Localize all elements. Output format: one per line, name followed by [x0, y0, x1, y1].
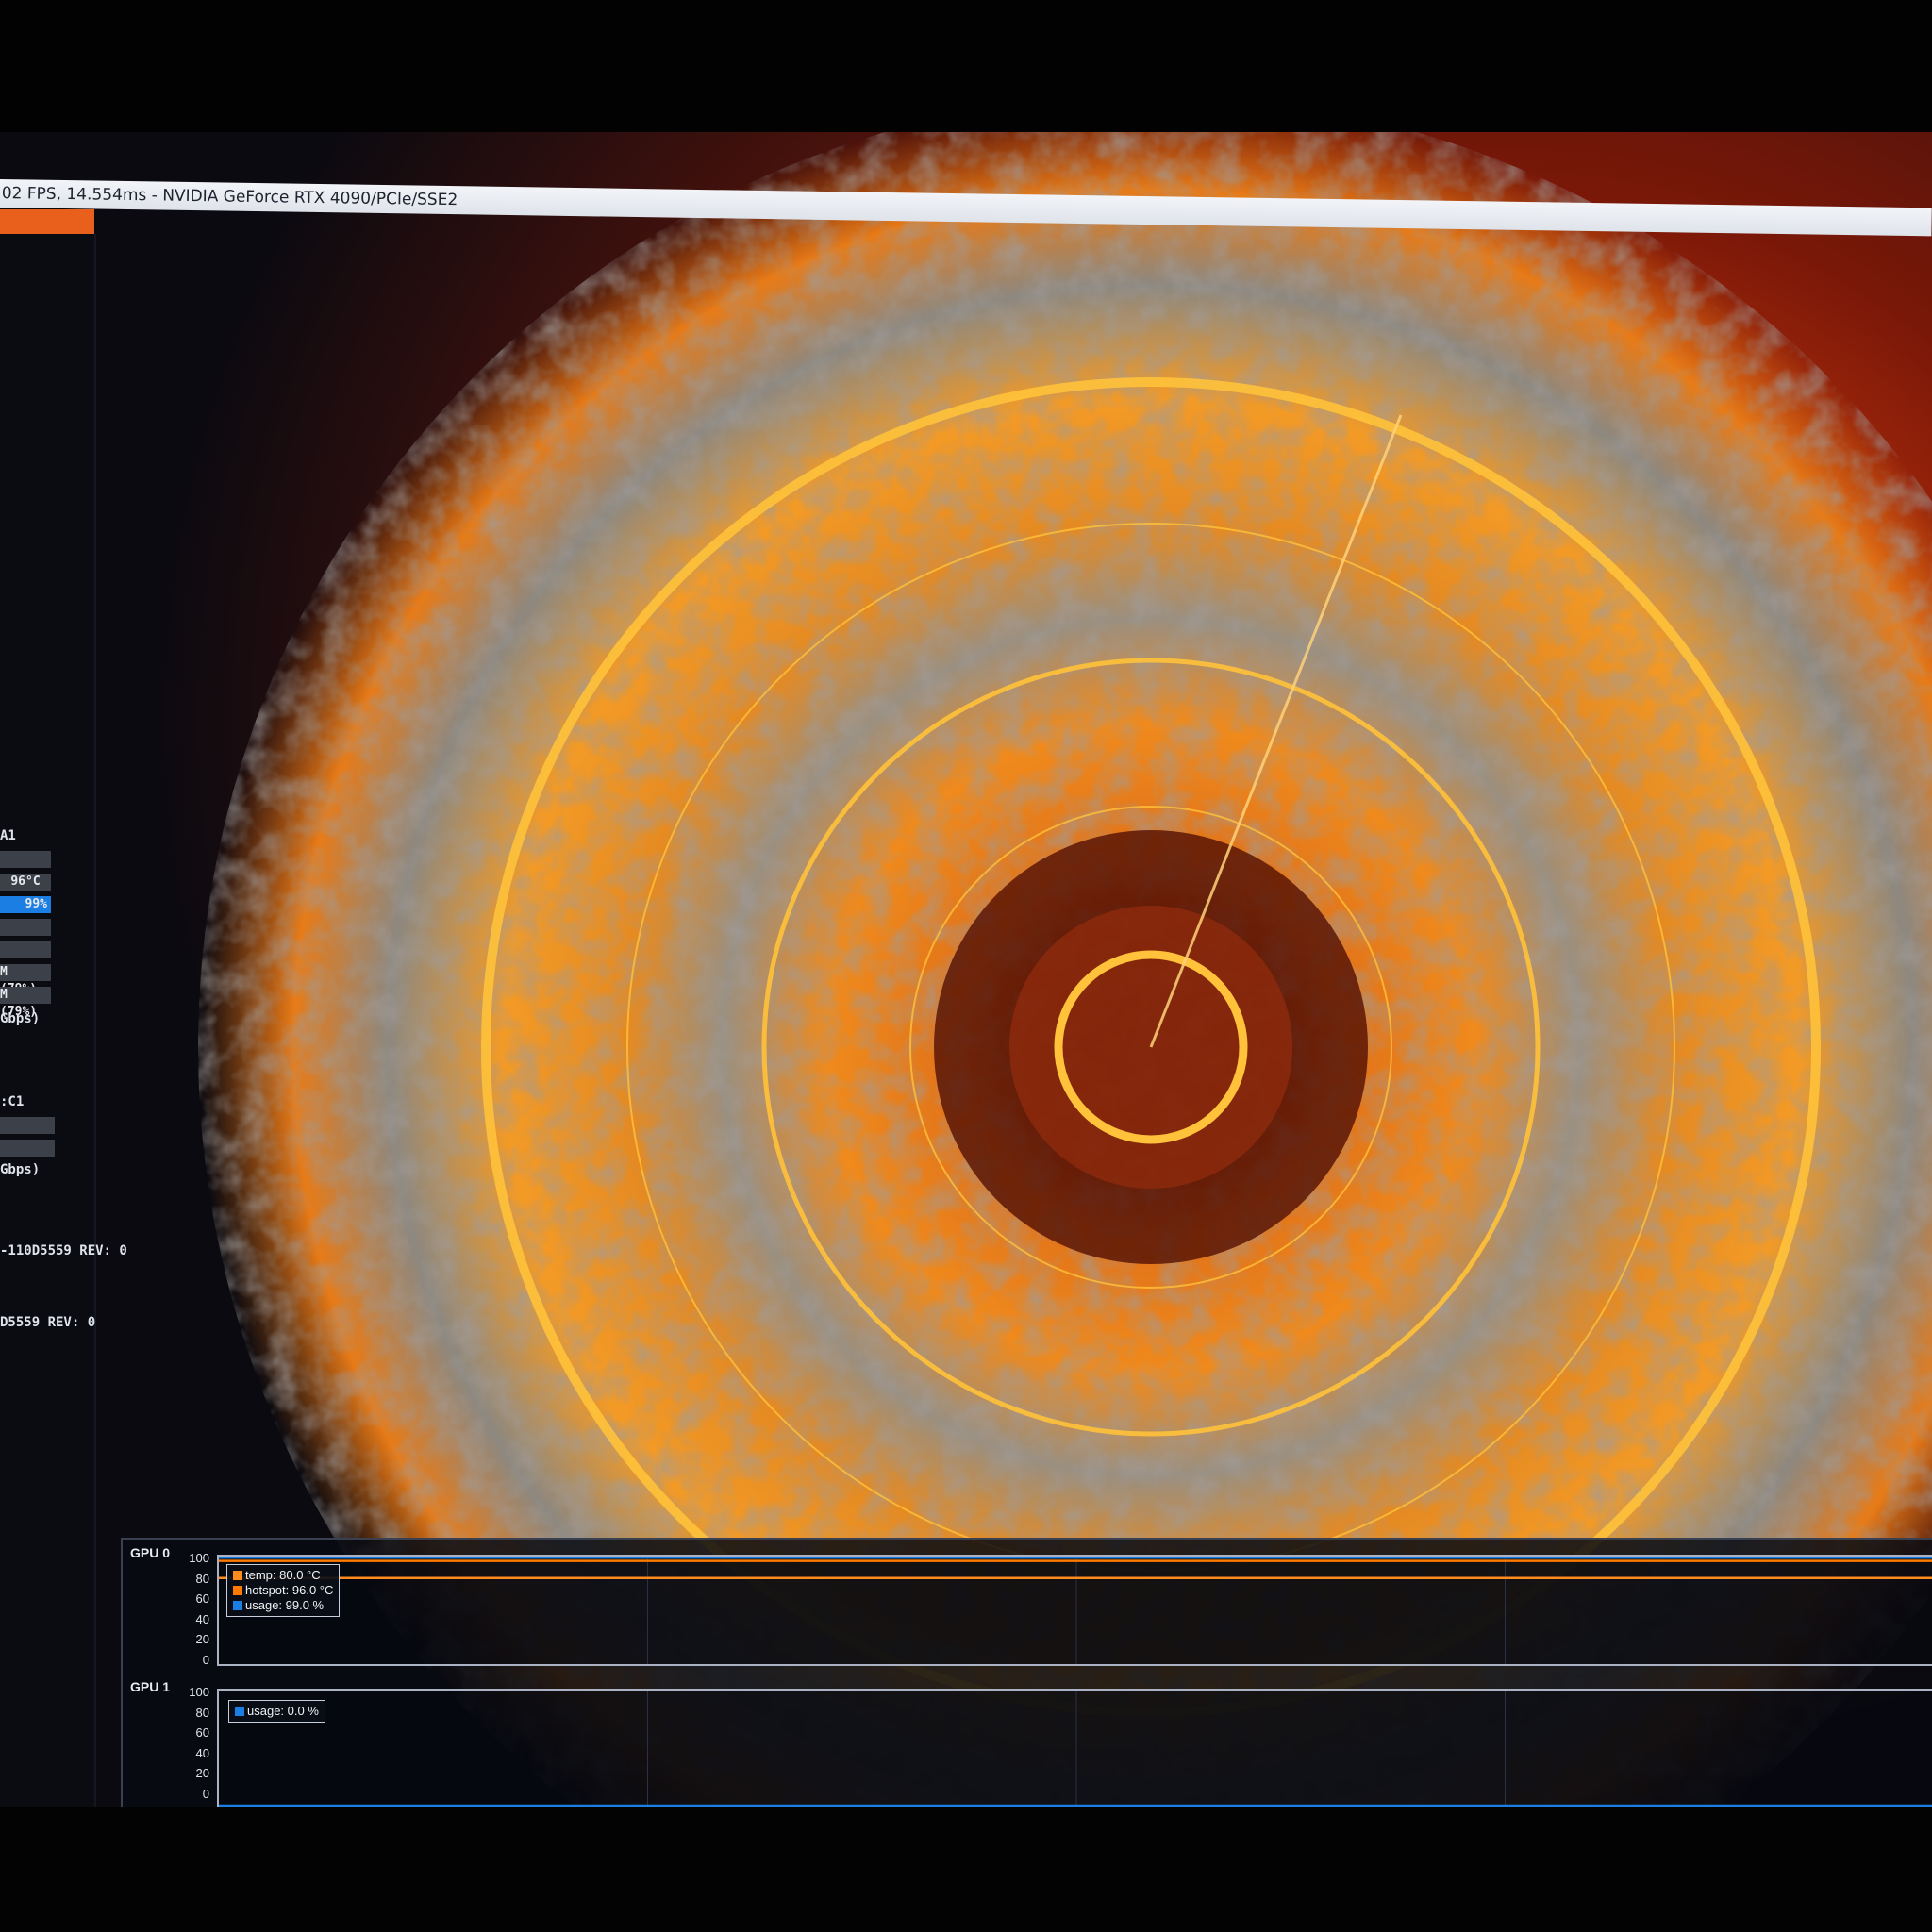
- window-title: 02 FPS, 14.554ms - NVIDIA GeForce RTX 40…: [1, 184, 458, 210]
- gpu0-meter-4: [0, 919, 51, 936]
- gpu0-header: A1: [0, 828, 16, 843]
- gpu0-meter-5: [0, 941, 51, 958]
- gpu1-bandwidth: Gbps): [0, 1162, 41, 1177]
- accent-tab: [0, 209, 94, 234]
- gpu-stats-panel: A1 96°C 99% M (79%) M (79%) Gbps) :C1 Gb…: [0, 234, 127, 1807]
- gpu1-ytick-40: 40: [195, 1745, 209, 1760]
- gpu1-legend: usage: 0.0 %: [228, 1700, 325, 1723]
- legend-label-usage: usage: 99.0 %: [245, 1598, 325, 1612]
- gpu0-ytick-80: 80: [195, 1571, 209, 1586]
- device-id-line-2: D5559 REV: 0: [0, 1315, 96, 1330]
- gpu1-meter-2: [0, 1140, 55, 1157]
- gpu0-plot: temp: 80.0 °C hotspot: 96.0 °C usage: 99…: [217, 1555, 1932, 1666]
- gpu0-chart: [219, 1556, 1932, 1664]
- gpu1-ytick-0: 0: [202, 1787, 209, 1801]
- legend-item-usage-gpu1: usage: 0.0 %: [235, 1704, 319, 1719]
- gpu0-ytick-20: 20: [195, 1632, 209, 1647]
- gpu0-mem-meter-1: M (79%): [0, 964, 51, 996]
- device-id-line-1: -110D5559 REV: 0: [0, 1243, 127, 1258]
- legend-item-temp: temp: 80.0 °C: [233, 1568, 333, 1583]
- legend-swatch-temp: [233, 1571, 242, 1580]
- legend-swatch-usage: [233, 1601, 242, 1610]
- legend-label-usage-gpu1: usage: 0.0 %: [247, 1704, 319, 1718]
- monitor-bezel: [0, 1807, 1932, 1932]
- gpu0-mem-meter-2: M (79%): [0, 987, 51, 1019]
- legend-item-usage: usage: 99.0 %: [233, 1598, 333, 1613]
- gpu0-ytick-40: 40: [195, 1611, 209, 1626]
- legend-item-hotspot: hotspot: 96.0 °C: [233, 1583, 333, 1598]
- gpu0-ytick-100: 100: [189, 1551, 209, 1565]
- gpu0-ytick-60: 60: [195, 1591, 209, 1607]
- legend-label-hotspot: hotspot: 96.0 °C: [245, 1583, 334, 1597]
- gpu1-header: :C1: [0, 1094, 25, 1109]
- gpu0-usage-meter: 99%: [0, 896, 51, 913]
- legend-label-temp: temp: 80.0 °C: [245, 1568, 321, 1582]
- monitor-screen: 02 FPS, 14.554ms - NVIDIA GeForce RTX 40…: [0, 132, 1932, 1807]
- gpu0-meter-1: [0, 851, 51, 868]
- gpu1-ytick-80: 80: [195, 1705, 209, 1720]
- gpu1-ytick-60: 60: [195, 1725, 209, 1740]
- gpu0-temp-meter: 96°C: [0, 874, 51, 891]
- gpu0-ytick-0: 0: [202, 1653, 209, 1667]
- gpu1-chart: [219, 1690, 1932, 1807]
- gpu1-ytick-20: 20: [195, 1766, 209, 1781]
- gpu1-ytick-100: 100: [189, 1685, 209, 1699]
- gpu0-legend: temp: 80.0 °C hotspot: 96.0 °C usage: 99…: [226, 1564, 341, 1617]
- legend-swatch-hotspot: [233, 1586, 242, 1595]
- gpu1-meter-1: [0, 1117, 55, 1134]
- legend-swatch-usage-gpu1: [235, 1707, 244, 1716]
- gpu1-plot: usage: 0.0 %: [217, 1689, 1932, 1807]
- gpu0-bandwidth: Gbps): [0, 1011, 41, 1026]
- gpu-monitor-panel: GPU 0 temp: 80.0 °C hotspot: 96.0 °C usa…: [121, 1538, 1932, 1807]
